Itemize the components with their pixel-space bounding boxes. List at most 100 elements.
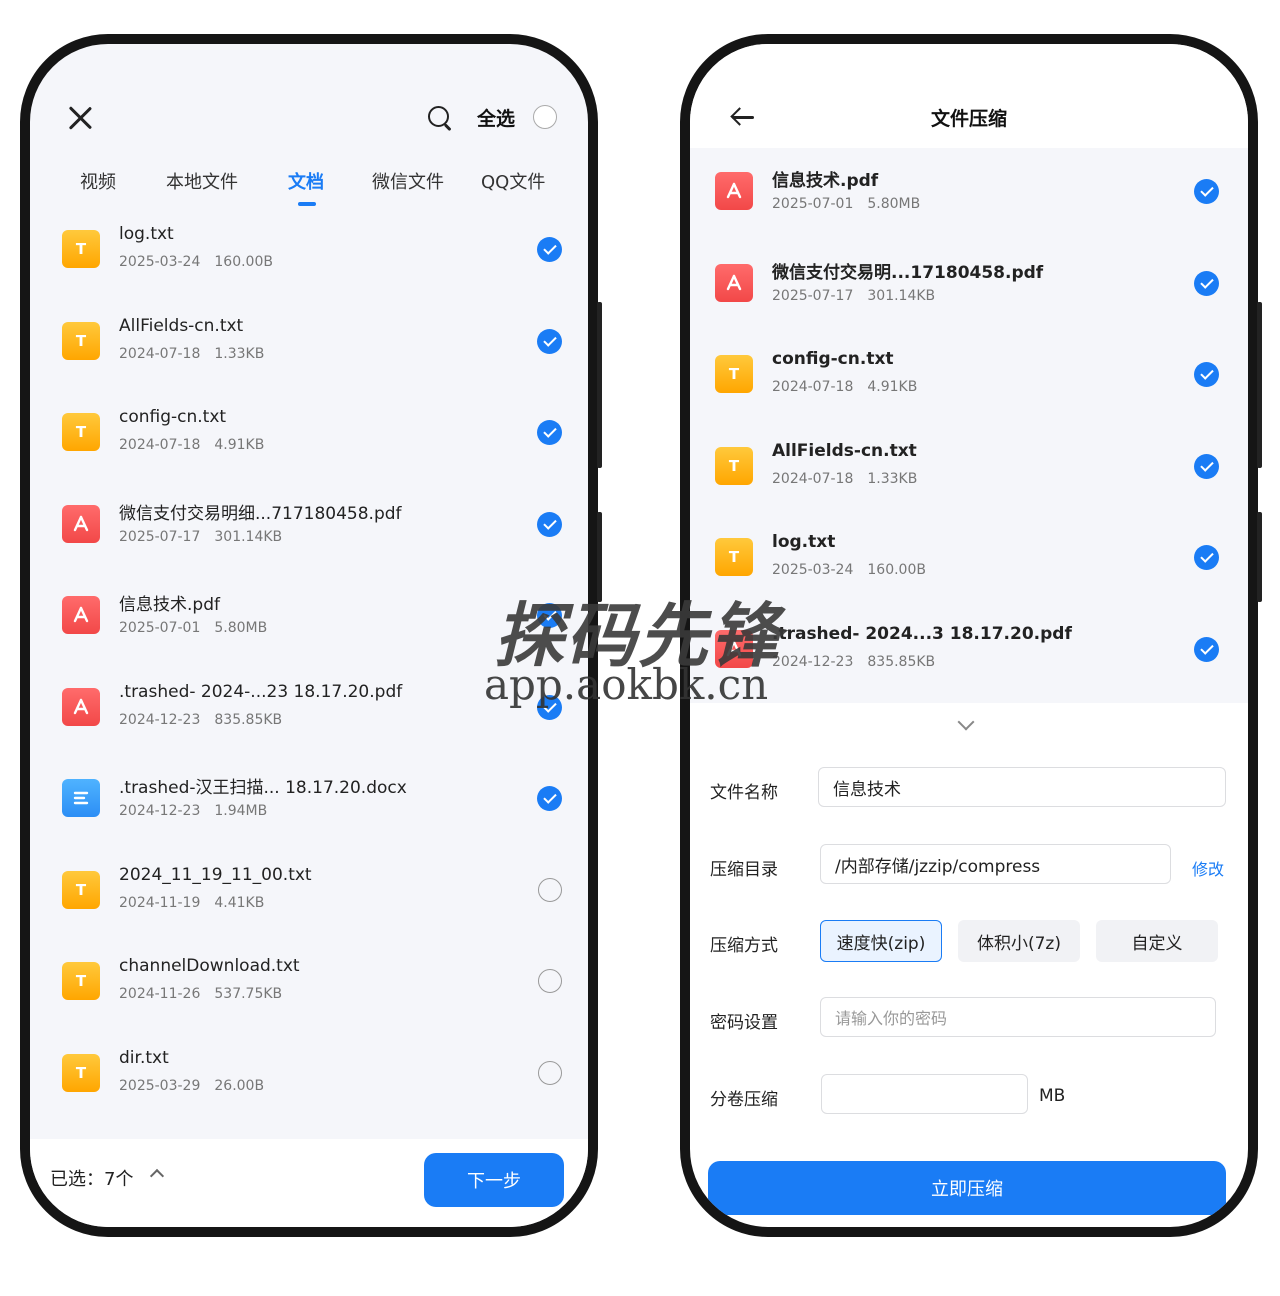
file-name: 信息技术.pdf [772,171,879,191]
txt-file-icon: T [62,321,100,360]
filename-label: 文件名称 [710,783,778,803]
txt-file-icon: T [62,1053,100,1092]
checked-icon[interactable] [1194,362,1219,387]
file-name: .trashed- 2024...3 18.17.20.pdf [772,623,1072,644]
search-icon[interactable] [428,106,454,132]
password-input[interactable]: 请输入你的密码 [820,997,1216,1037]
file-date: 2024-07-18 [119,437,201,453]
file-meta: 2024-12-23 835.85KB [119,712,282,728]
tab-4[interactable]: QQ文件 [481,168,545,194]
file-date: 2024-11-26 [119,986,201,1002]
file-date: 2024-07-18 [772,470,854,487]
file-name: log.txt [772,532,836,552]
file-row[interactable]: 微信支付交易明细...717180458.pdf 2025-07-17 301.14… [30,485,588,576]
header: 文件压缩 [690,44,1248,148]
tab-2[interactable]: 文档 [288,168,324,194]
checked-icon[interactable] [537,328,562,354]
pdf-file-icon [715,172,753,210]
tab-0[interactable]: 视频 [80,168,116,194]
chevron-up-icon[interactable] [149,1168,165,1184]
file-size: 301.14KB [214,528,283,545]
file-size: 4.41KB [214,894,265,911]
pdf-file-icon [62,596,100,634]
file-name: 微信支付交易明...17180458.pdf [772,262,1044,283]
unchecked-circle[interactable] [538,877,562,902]
file-date: 2024-12-23 [119,803,201,819]
unchecked-circle[interactable] [538,1060,562,1085]
file-row[interactable]: Tconfig-cn.txt 2024-07-18 4.91KB [690,335,1248,426]
file-meta: 2024-07-18 4.91KB [772,379,917,395]
txt-file-icon: T [715,538,753,576]
file-row[interactable]: T AllFields-cn.txt 2024-07-18 1.33KB [690,427,1248,518]
file-meta: 2024-11-19 4.41KB [119,895,264,911]
file-meta: 2025-03-29 26.00B [119,1078,264,1094]
file-row[interactable]: .trashed-汉王扫描... 18.17.20.docx 2024-12-23… [30,759,588,850]
checked-icon[interactable] [537,237,562,262]
file-size: 301.14KB [867,287,936,304]
selection-footer: 已选：7个 下一步 [30,1139,588,1227]
file-name: 微信支付交易明细...717180458.pdf [119,503,402,524]
checked-icon[interactable] [1194,179,1219,204]
file-row[interactable]: Tconfig-cn.txt 2024-07-18 4.91KB [30,393,588,484]
file-name: dir.txt [119,1047,169,1068]
side-button [1257,512,1262,602]
password-label: 密码设置 [710,1013,778,1033]
checked-icon[interactable] [537,786,562,811]
checked-icon[interactable] [537,511,562,537]
file-row[interactable]: Tlog.txt 2025-03-24 160.00B [30,210,588,301]
file-meta: 2025-03-24 160.00B [772,562,926,578]
filename-input[interactable]: 信息技术 [818,767,1226,807]
file-size: 835.85KB [214,711,283,728]
file-row[interactable]: T AllFields-cn.txt 2024-07-18 1.33KB [30,302,588,393]
split-unit: MB [1039,1086,1066,1106]
file-name: log.txt [119,224,174,244]
select-all-radio[interactable] [533,105,557,129]
file-row[interactable]: 微信支付交易明...17180458.pdf 2025-07-17 301.14KB [690,244,1248,335]
close-icon[interactable] [66,104,94,132]
file-date: 2024-07-18 [772,379,854,395]
mode-option-0[interactable]: 速度快(zip) [820,920,942,962]
file-name: config-cn.txt [119,407,227,427]
chevron-down-icon[interactable] [957,713,975,731]
file-size: 4.91KB [214,437,265,453]
doc-file-icon [62,779,100,817]
file-name: AllFields-cn.txt [772,440,917,461]
file-size: 26.00B [214,1077,265,1094]
file-row[interactable]: Tdir.txt 2025-03-29 26.00B [30,1034,588,1125]
file-name: 2024_11_19_11_00.txt [119,864,312,885]
checked-icon[interactable] [1194,453,1219,479]
unchecked-circle[interactable] [538,969,562,993]
file-row[interactable]: T 2024_11_19_11_00.txt 2024-11-19 4.41KB [30,851,588,942]
mode-option-2[interactable]: 自定义 [1096,920,1218,962]
mode-option-1[interactable]: 体积小(7z) [958,920,1080,962]
modify-link[interactable]: 修改 [1192,856,1224,880]
tab-3[interactable]: 微信文件 [372,168,444,194]
tab-1[interactable]: 本地文件 [166,168,238,194]
file-row[interactable]: 信息技术.pdf 2025-07-01 5.80MB [690,152,1248,243]
next-button[interactable]: 下一步 [424,1153,564,1207]
checked-icon[interactable] [1194,636,1219,662]
checked-icon[interactable] [1194,270,1219,296]
dir-input[interactable]: /内部存储/jzzip/compress [820,844,1171,884]
select-all-label[interactable]: 全选 [477,104,515,131]
txt-file-icon: T [715,355,753,393]
file-row[interactable]: TchannelDownload.txt 2024-11-26 537.75KB [30,942,588,1033]
file-name: 信息技术.pdf [119,595,220,615]
dir-label: 压缩目录 [710,860,778,880]
side-button [597,302,602,468]
txt-file-icon: T [62,413,100,451]
file-meta: 2025-07-17 301.14KB [772,288,935,304]
compress-button[interactable]: 立即压缩 [708,1161,1226,1215]
file-name: config-cn.txt [772,349,894,369]
checked-icon[interactable] [537,420,562,445]
txt-file-icon: T [62,870,100,909]
file-date: 2024-12-23 [119,711,201,728]
file-size: 537.75KB [214,986,283,1002]
page-title: 文件压缩 [930,108,1007,130]
checked-icon[interactable] [1194,545,1219,570]
split-size-input[interactable] [821,1074,1028,1114]
file-size: 1.33KB [867,470,918,487]
file-date: 2024-11-19 [119,894,201,911]
pdf-file-icon [62,687,100,726]
file-meta: 2024-07-18 1.33KB [772,471,917,487]
